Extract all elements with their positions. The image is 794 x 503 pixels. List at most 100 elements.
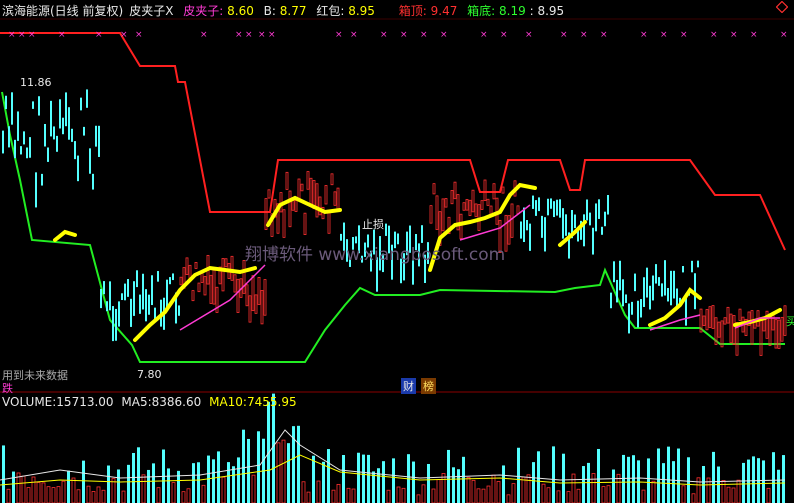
cai-badge[interactable]: 财 [401, 378, 416, 394]
top-x-marker: × [480, 30, 488, 40]
volume-bar [107, 465, 110, 503]
bang-badge[interactable]: 榜 [421, 378, 436, 394]
volume-bar [521, 476, 526, 503]
volume-bar [167, 468, 170, 503]
volume-bar [772, 452, 775, 503]
volume-bar [412, 461, 415, 503]
volume-bar [537, 451, 540, 503]
volume-bar [517, 447, 520, 503]
top-x-marker: × [730, 30, 738, 40]
top-x-marker: × [420, 30, 428, 40]
candle [435, 195, 439, 230]
diamond-icon[interactable] [776, 1, 788, 13]
xiangdi-label: 箱底: [467, 4, 496, 18]
candle [658, 277, 660, 286]
volume-bar [541, 483, 546, 503]
candle [86, 89, 88, 108]
volume-bar [212, 459, 215, 503]
candle [547, 198, 549, 216]
candle [151, 275, 153, 306]
volume-bar [496, 481, 501, 503]
candle [330, 173, 334, 186]
candle [628, 303, 630, 334]
candle [44, 123, 46, 147]
watermark: 翔博软件 www.xiangbosoft.com [245, 245, 506, 265]
candle [574, 214, 576, 229]
candle [444, 198, 448, 208]
candle [535, 200, 537, 216]
volume-bar [101, 489, 106, 503]
volume-bar [36, 482, 41, 503]
top-x-marker: × [710, 30, 718, 40]
candle [480, 200, 484, 210]
candle [562, 208, 564, 239]
candle [670, 270, 672, 306]
candle [441, 198, 445, 232]
volume-bar [46, 486, 51, 503]
volume-bar [777, 469, 780, 503]
candle [100, 288, 102, 309]
candle [157, 271, 159, 282]
pijiazi-label: 皮夹子: [183, 4, 224, 18]
candle [723, 317, 727, 325]
candle [432, 183, 436, 195]
volume-bar [76, 489, 81, 503]
candle [711, 305, 715, 329]
volume-bar [327, 449, 330, 503]
volume-bar [276, 442, 281, 503]
candle [453, 181, 457, 200]
top-x-marker: × [120, 30, 128, 40]
candle [504, 214, 508, 252]
volume-label: VOLUME: [2, 395, 57, 409]
volume-bar [6, 488, 11, 503]
top-x-marker: × [380, 30, 388, 40]
volume-bar [752, 456, 755, 503]
volume-bar [192, 463, 195, 503]
b-readout: B: 8.77 [264, 4, 307, 18]
volume-bar [322, 461, 325, 503]
candle [242, 260, 246, 294]
indicator-name: 皮夹子X [129, 4, 174, 18]
volume-bar [506, 494, 511, 503]
candle [520, 221, 522, 239]
volume-bar [82, 460, 85, 503]
volume-bar [301, 481, 306, 503]
volume-bar [232, 466, 235, 503]
candle [139, 294, 141, 314]
candle [753, 321, 757, 329]
volume-bar [346, 487, 351, 503]
candle [333, 191, 337, 206]
candle [133, 281, 135, 316]
ma10-label: MA10: [209, 395, 247, 409]
volume-bar [566, 491, 571, 503]
volume-bar [627, 456, 630, 503]
volume-bar [71, 477, 76, 503]
volume-bar [546, 487, 551, 503]
volume-bar [152, 463, 155, 503]
candle [538, 197, 540, 212]
volume-bar [21, 475, 26, 503]
candle [682, 266, 684, 273]
volume-bar [51, 487, 56, 503]
volume-bar [576, 488, 581, 503]
candle [2, 130, 4, 154]
volume-bar [316, 480, 321, 503]
mai-label: 买 [786, 315, 794, 328]
volume-bar [186, 488, 191, 503]
candle [8, 126, 10, 148]
volume-bar [571, 473, 576, 503]
candle [127, 279, 129, 297]
candle [738, 308, 742, 321]
die-label: 跌 [2, 382, 13, 395]
volume-layer [0, 393, 786, 503]
candle [676, 288, 678, 307]
box-top-line [0, 32, 786, 251]
candle [254, 294, 258, 314]
volume-bar [396, 486, 401, 503]
candle [327, 209, 331, 234]
volume-bar [297, 425, 300, 503]
top-x-marker: × [400, 30, 408, 40]
top-x-marker: × [245, 30, 253, 40]
candle [516, 205, 520, 215]
volume-bar [382, 461, 385, 503]
